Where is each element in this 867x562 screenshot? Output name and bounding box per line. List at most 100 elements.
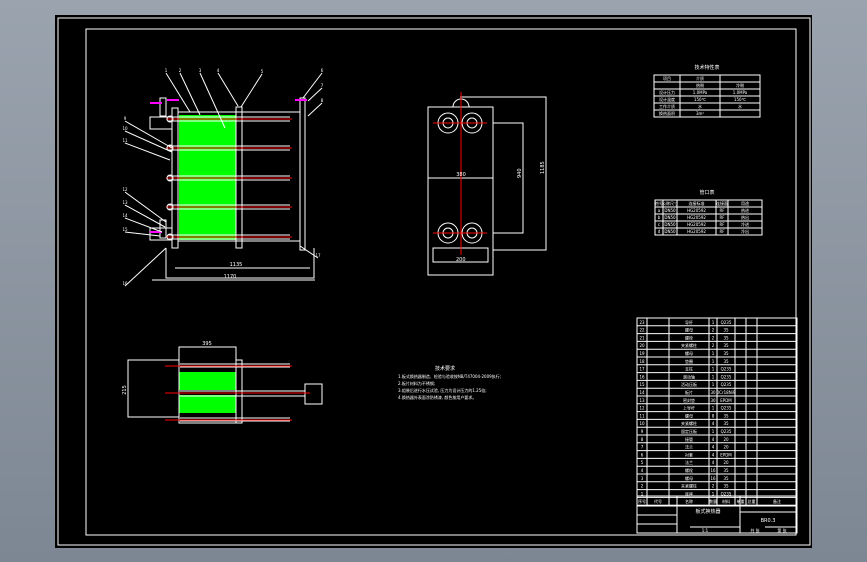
parts-list-cell: 法兰 bbox=[685, 459, 693, 465]
leader-line bbox=[240, 73, 263, 108]
parts-list-cell: 35 bbox=[723, 476, 729, 481]
part-balloon: 13 bbox=[122, 200, 128, 205]
parts-list-cell: 螺母 bbox=[685, 327, 693, 333]
part-balloon: 9 bbox=[124, 116, 127, 121]
tech-table-cell: 设计压力 bbox=[659, 89, 675, 95]
leader-line bbox=[124, 191, 167, 223]
parts-list-cell: 15 bbox=[639, 382, 645, 387]
nozzle-table: 符号 公称尺寸 连接标准 连接面 用途a DN50 HG20592 RF 热进b DN50 HG20… bbox=[654, 199, 763, 236]
parts-list-cell: 8 bbox=[712, 413, 715, 418]
leader-line bbox=[217, 72, 239, 107]
parts-list-cell: 14 bbox=[639, 390, 645, 395]
plate-pack-top bbox=[179, 372, 236, 390]
parts-list-cell: 35 bbox=[723, 413, 729, 418]
parts-list-cell: 序号 bbox=[638, 498, 646, 504]
tech-table-cell: 介质 bbox=[696, 75, 704, 81]
parts-list-cell: 4 bbox=[712, 437, 715, 442]
note-1: 1.板式换热器制造、检验与验收按NB/T47004-2009执行; bbox=[398, 373, 501, 379]
parts-list-cell: 35 bbox=[723, 484, 729, 489]
parts-list-cell: 3 bbox=[641, 476, 644, 481]
tech-table-cell: 项目 bbox=[663, 75, 671, 81]
parts-list-cell: 代号 bbox=[654, 498, 662, 504]
nozzle-table-cell: 冷出 bbox=[741, 228, 749, 234]
parts-list-cell: 18 bbox=[639, 359, 645, 364]
leader-line bbox=[124, 204, 166, 228]
dim-height-label: 215 bbox=[122, 385, 128, 395]
dimension-total-height bbox=[460, 96, 547, 251]
drawing-canvas[interactable]: 1 2 3 4 5 67891011121314151617 1135 1170 395 … bbox=[55, 15, 812, 548]
leader-line bbox=[124, 217, 163, 233]
tech-table: 项目 介质热侧 冷侧设计压力 1.0MPa 1.0MPa 设计温度 150℃ 150℃ 工作介质… bbox=[653, 74, 761, 118]
part-balloon: 6 bbox=[321, 68, 324, 73]
tech-table-title: 技术特性表 bbox=[694, 64, 719, 71]
part-balloon: 14 bbox=[122, 213, 128, 218]
parts-list-cell: 17 bbox=[639, 367, 645, 372]
parts-list-cell: 10 bbox=[639, 421, 645, 426]
front-view: 380 200 940 1185 bbox=[427, 92, 547, 276]
drawing-number: BR0.3 bbox=[761, 518, 776, 524]
tech-table-cell: 水 bbox=[738, 103, 742, 109]
tech-table-cell: 150℃ bbox=[694, 97, 707, 102]
part-balloon: 11 bbox=[122, 138, 128, 143]
nozzle-table-cell: b bbox=[658, 215, 661, 220]
parts-list-cell: 夹紧螺柱 bbox=[681, 342, 697, 348]
part-balloon: 8 bbox=[321, 98, 324, 103]
sheet-number: 第 张 bbox=[777, 527, 786, 533]
note-3: 3.组装后进行水压试验, 压力为设计压力的1.25倍; bbox=[398, 387, 487, 393]
parts-list-cell: EPDM bbox=[720, 452, 732, 457]
parts-list-cell: 活动压板 bbox=[681, 381, 697, 387]
parts-list-cell: 1 bbox=[712, 367, 715, 372]
nozzle-table-cell: HG20592 bbox=[687, 208, 706, 213]
parts-list-cell: 2 bbox=[712, 484, 715, 489]
dim-outer-label: 1170 bbox=[224, 274, 237, 280]
parts-list-cell: 20 bbox=[723, 460, 729, 465]
parts-list-cell: 35 bbox=[723, 335, 729, 340]
side-view: 1 2 3 4 5 67891011121314151617 1135 1170 bbox=[122, 68, 324, 287]
parts-list-cell: Q235 bbox=[721, 320, 732, 325]
parts-list-cell: 接管 bbox=[685, 436, 693, 442]
parts-list-cell: 备注 bbox=[773, 498, 781, 504]
tech-table-cell: 1.0MPa bbox=[733, 90, 748, 95]
parts-list-cell: 密封垫 bbox=[683, 397, 695, 403]
nozzle-table-cell: 公称尺寸 bbox=[662, 200, 678, 206]
parts-list-cell: 夹紧螺柱 bbox=[681, 483, 697, 489]
parts-list-cell: 4 bbox=[712, 421, 715, 426]
parts-list-cell: 1 bbox=[712, 429, 715, 434]
parts-list-cell: 22 bbox=[639, 328, 645, 333]
parts-list-cell: 1 bbox=[712, 320, 715, 325]
parts-list-cell: 数量 bbox=[709, 498, 717, 504]
part-balloon: 7 bbox=[321, 83, 324, 88]
leader-line bbox=[307, 102, 323, 117]
parts-list-cell: EPDM bbox=[720, 398, 732, 403]
sheet-total: 共 张 bbox=[750, 527, 759, 533]
nozzle-table-title: 管口表 bbox=[699, 189, 714, 196]
nozzle-table-cell: 连接面 bbox=[716, 200, 728, 206]
tech-table-cell: 3m² bbox=[696, 111, 704, 116]
parts-list-cell: 法兰 bbox=[685, 444, 693, 450]
tech-table-cell: 热侧 bbox=[696, 82, 704, 88]
nozzle-table-cell: HG20592 bbox=[687, 222, 706, 227]
plate-pack-bottom bbox=[179, 395, 236, 413]
parts-list-cell: 螺栓 bbox=[685, 334, 693, 340]
nozzle-table-cell: RF bbox=[719, 229, 725, 234]
parts-list-cell: 上导杆 bbox=[683, 405, 695, 411]
parts-list-cell: 35 bbox=[723, 343, 729, 348]
parts-list-cell: 9 bbox=[641, 429, 644, 434]
drawing-name: 板式换热器 bbox=[695, 508, 720, 515]
part-balloon: 16 bbox=[122, 281, 128, 286]
dim-height: 940 bbox=[517, 168, 523, 178]
note-2: 2.板片材料为不锈钢; bbox=[398, 380, 435, 386]
parts-list-cell: 12 bbox=[639, 406, 645, 411]
cad-drawing-viewport[interactable]: 1 2 3 4 5 6 7 8 9 10 11 12 13 14 15 16 17 1135 1170 395 … bbox=[55, 15, 812, 548]
nozzle-table-cell: 热进 bbox=[741, 207, 749, 213]
parts-list-cell: 支柱 bbox=[685, 366, 693, 372]
parts-list-cell: 1 bbox=[712, 351, 715, 356]
parts-list-cell: 材料 bbox=[722, 498, 730, 504]
parts-list-cell: 8 bbox=[641, 437, 644, 442]
nozzle-table-cell: HG20592 bbox=[687, 215, 706, 220]
nozzle-table-cell: d bbox=[658, 229, 661, 234]
nozzle-table-cell: a bbox=[658, 208, 661, 213]
nozzle-table-cell: 冷进 bbox=[741, 221, 749, 227]
parts-list-cell: 螺母 bbox=[685, 350, 693, 356]
tech-table-cell: 水 bbox=[698, 103, 702, 109]
